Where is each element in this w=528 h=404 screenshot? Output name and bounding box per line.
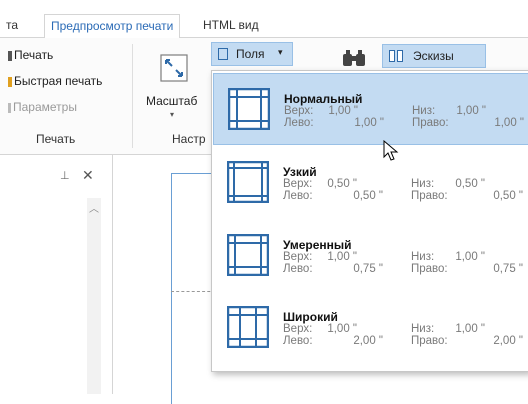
- thumbnails-icon: [389, 50, 403, 62]
- margin-preset-icon: [226, 233, 270, 277]
- right-value: 0,75 ": [493, 263, 523, 275]
- top-key: Верх:: [283, 323, 313, 335]
- top-value: 1,00 ": [327, 323, 357, 335]
- top-value: 0,50 ": [327, 178, 357, 190]
- top-key: Верх:: [284, 105, 314, 117]
- left-value: 2,00 ": [353, 335, 383, 347]
- quick-print-label: Быстрая печать: [14, 74, 103, 88]
- left-key: Лево:: [284, 117, 314, 129]
- margins-dropdown: Нормальный Верх: 1,00 " Низ: 1,00 " Лево: 1,00…: [211, 70, 528, 372]
- left-key: Лево:: [283, 263, 313, 275]
- margins-label: Поля: [236, 47, 265, 61]
- right-key: Право:: [412, 117, 449, 129]
- right-value: 1,00 ": [494, 117, 524, 129]
- bottom-key: Низ:: [412, 105, 436, 117]
- bottom-key: Низ:: [411, 251, 435, 263]
- left-value: 0,50 ": [353, 190, 383, 202]
- quick-print-icon: [8, 77, 12, 87]
- bottom-key: Низ:: [411, 323, 435, 335]
- margin-option-1[interactable]: Нормальный Верх: 1,00 " Низ: 1,00 " Лево: 1,00…: [213, 73, 528, 145]
- parameters-icon: [8, 103, 11, 113]
- margin-option-4[interactable]: Широкий Верх: 1,00 " Низ: 1,00 " Лево: 2,00 " П…: [213, 292, 528, 364]
- chevron-down-icon: ▾: [278, 47, 283, 57]
- margin-option-name: Умеренный: [283, 238, 352, 252]
- binoculars-icon[interactable]: [340, 48, 368, 68]
- top-key: Верх:: [283, 178, 313, 190]
- thumbnails-button[interactable]: Эскизы: [382, 44, 486, 68]
- tab-html-view[interactable]: HTML вид: [197, 14, 265, 38]
- top-key: Верх:: [283, 251, 313, 263]
- right-key: Право:: [411, 335, 448, 347]
- bottom-value: 1,00 ": [455, 323, 485, 335]
- bottom-value: 1,00 ": [455, 251, 485, 263]
- scale-label[interactable]: Масштаб: [146, 94, 197, 108]
- left-key: Лево:: [283, 190, 313, 202]
- top-value: 1,00 ": [328, 105, 358, 117]
- margin-preset-icon: [226, 305, 270, 349]
- tab-print-preview[interactable]: Предпросмотр печати: [44, 14, 181, 38]
- tab-partial[interactable]: та: [0, 14, 24, 38]
- side-panel: ⊥ ✕ ︿: [0, 155, 113, 394]
- scale-dropdown-arrow-icon[interactable]: ▾: [170, 110, 174, 119]
- thumbnails-label: Эскизы: [413, 49, 454, 63]
- margin-preset-icon: [227, 87, 271, 131]
- top-value: 1,00 ": [327, 251, 357, 263]
- right-key: Право:: [411, 263, 448, 275]
- settings-group-label: Настр: [172, 132, 206, 146]
- printer-icon: [8, 51, 12, 61]
- pin-icon[interactable]: ⊥: [60, 169, 70, 182]
- parameters-button[interactable]: Параметры: [8, 100, 77, 114]
- scroll-up-icon[interactable]: ︿: [89, 200, 99, 215]
- bottom-value: 0,50 ": [455, 178, 485, 190]
- margins-button[interactable]: Поля ▾: [211, 42, 293, 66]
- scale-icon[interactable]: [160, 54, 188, 82]
- right-value: 0,50 ": [493, 190, 523, 202]
- right-value: 2,00 ": [493, 335, 523, 347]
- bottom-value: 1,00 ": [456, 105, 486, 117]
- right-key: Право:: [411, 190, 448, 202]
- ribbon-tab-bar: та Предпросмотр печати HTML вид: [0, 0, 528, 38]
- print-label: Печать: [14, 48, 54, 62]
- bottom-key: Низ:: [411, 178, 435, 190]
- left-value: 1,00 ": [354, 117, 384, 129]
- quick-print-button[interactable]: Быстрая печать: [8, 74, 102, 88]
- margin-preset-icon: [226, 160, 270, 204]
- print-button[interactable]: Печать: [8, 48, 53, 62]
- mouse-cursor-icon: [383, 139, 399, 162]
- left-value: 0,75 ": [353, 263, 383, 275]
- group-separator: [132, 44, 133, 148]
- margins-icon: [218, 48, 228, 60]
- margin-option-3[interactable]: Умеренный Верх: 1,00 " Низ: 1,00 " Лево: 0,75 …: [213, 220, 528, 292]
- parameters-label: Параметры: [13, 100, 77, 114]
- margin-option-name: Широкий: [283, 310, 338, 324]
- margin-option-2[interactable]: Узкий Верх: 0,50 " Низ: 0,50 " Лево: 0,50 " Пра…: [213, 147, 528, 219]
- left-key: Лево:: [283, 335, 313, 347]
- print-group-label: Печать: [36, 132, 76, 146]
- close-icon[interactable]: ✕: [82, 167, 94, 184]
- margin-option-name: Узкий: [283, 165, 317, 179]
- margin-option-name: Нормальный: [284, 92, 363, 106]
- panel-scrollbar[interactable]: ︿: [87, 198, 101, 394]
